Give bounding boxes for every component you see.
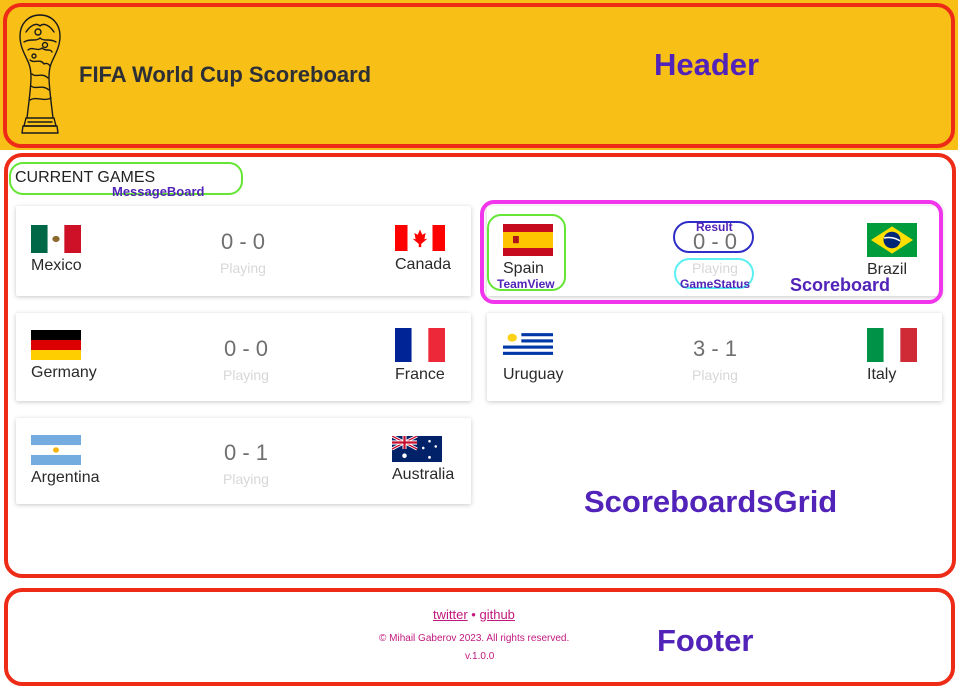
italy-flag-icon (867, 328, 917, 362)
away-team-name: France (395, 366, 445, 383)
home-team-name: Germany (31, 364, 97, 381)
game-status: Playing (220, 260, 266, 276)
argentina-flag-icon (31, 435, 81, 465)
scoreboard-card: Argentina 0 - 1 Playing Australia (16, 418, 471, 504)
germany-flag-icon (31, 330, 81, 360)
canada-flag-icon (395, 225, 445, 251)
game-status: Playing (223, 367, 269, 383)
footer-links: twitter • github (433, 607, 515, 622)
away-team-name: Canada (395, 256, 452, 273)
github-link[interactable]: github (479, 607, 514, 622)
scoreboard-card: Mexico 0 - 0 Playing Canada (16, 206, 471, 296)
footer-annotation-label: Footer (657, 623, 754, 658)
twitter-link[interactable]: twitter (433, 607, 468, 622)
result-annotation-label: Result (696, 220, 733, 234)
scoreboard-card: Uruguay 3 - 1 Playing Italy (487, 313, 942, 401)
mexico-flag-icon (31, 225, 81, 253)
scoreboard-annotation-label: Scoreboard (790, 275, 891, 295)
footer-copyright: © Mihail Gaberov 2023. All rights reserv… (379, 633, 570, 644)
uruguay-flag-icon (503, 330, 553, 358)
message-board-annotation-label: MessageBoard (112, 184, 205, 199)
game-status: Playing (692, 367, 738, 383)
away-team-name: Italy (867, 366, 897, 383)
team-view-annotation-label: TeamView (497, 277, 555, 291)
game-score: 0 - 1 (223, 440, 269, 465)
france-flag-icon (395, 328, 445, 362)
home-team-name: Uruguay (503, 366, 564, 383)
scoreboard-card: Germany 0 - 0 Playing France (16, 313, 471, 401)
australia-flag-icon (392, 436, 442, 462)
game-status-annotation-label: GameStatus (680, 277, 751, 291)
footer-link-separator: • (471, 607, 476, 622)
footer-version: v.1.0.0 (465, 651, 495, 662)
game-score: 0 - 0 (223, 336, 269, 361)
game-score: 0 - 0 (220, 229, 266, 254)
game-score: 3 - 1 (692, 336, 738, 361)
home-team-name: Mexico (31, 257, 82, 274)
header-annotation-box (3, 3, 955, 148)
scoreboards-grid-annotation-label: ScoreboardsGrid (584, 484, 838, 519)
home-team-name: Argentina (31, 469, 100, 486)
away-team-name: Australia (392, 466, 455, 483)
game-status: Playing (223, 471, 269, 487)
